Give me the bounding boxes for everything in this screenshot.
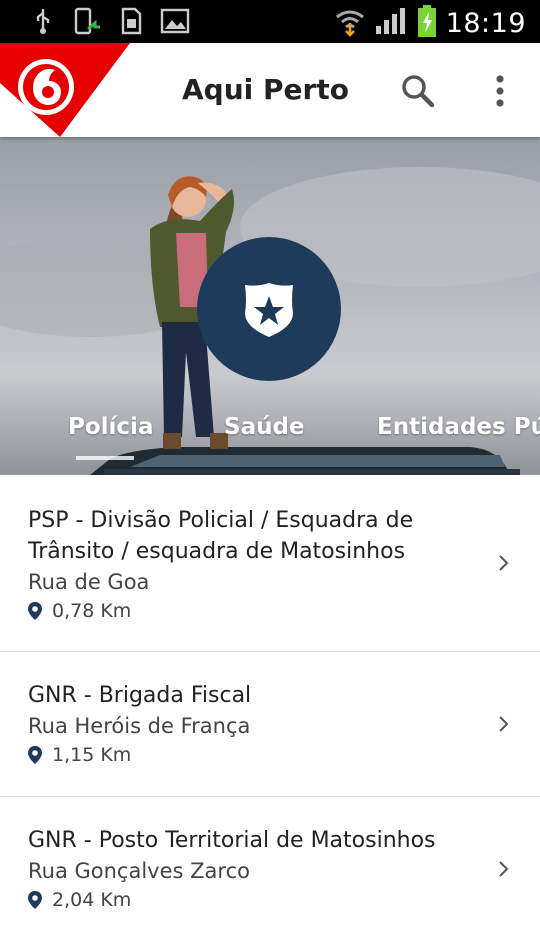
clock: 18:19: [445, 7, 526, 39]
item-name: PSP - Divisão Policial / Esquadra de: [28, 508, 414, 533]
location-pin-icon: [28, 746, 42, 764]
item-distance: 0,78 Km: [52, 600, 132, 622]
tab-selected-indicator: [76, 456, 134, 460]
list-item[interactable]: PSP - Divisão Policial / Esquadra de Trâ…: [0, 475, 540, 652]
tab-entidades-publicas[interactable]: Entidades Públ: [377, 414, 540, 440]
category-tabs: Polícia Saúde Entidades Públ: [0, 414, 540, 454]
item-address: Rua de Goa: [28, 570, 150, 594]
item-address: Rua Heróis de França: [28, 714, 251, 738]
overflow-menu-button[interactable]: [478, 69, 522, 113]
wifi-icon: [334, 5, 366, 41]
page-title: Aqui Perto: [182, 73, 349, 106]
location-pin-icon: [28, 891, 42, 909]
app-bar: Aqui Perto: [0, 43, 540, 137]
battery-charging-icon: [416, 4, 438, 42]
tab-saude[interactable]: Saúde: [224, 414, 305, 440]
item-name-cont: Trânsito / esquadra de Matosinhos: [28, 539, 406, 564]
brand-logo[interactable]: [0, 43, 130, 137]
chevron-right-icon: [499, 861, 509, 877]
usb-icon: [28, 6, 58, 36]
list-item[interactable]: GNR - Posto Territorial de Matosinhos Ru…: [0, 797, 540, 941]
search-icon: [402, 75, 435, 108]
item-name: GNR - Brigada Fiscal: [28, 683, 252, 708]
tab-policia[interactable]: Polícia: [68, 414, 153, 440]
sim-card-icon: [116, 6, 146, 36]
chevron-right-icon: [499, 555, 509, 571]
police-badge-icon: [245, 283, 293, 337]
chevron-right-icon: [499, 716, 509, 732]
item-address: Rua Gonçalves Zarco: [28, 859, 250, 883]
location-pin-icon: [28, 602, 42, 620]
item-name: GNR - Posto Territorial de Matosinhos: [28, 828, 436, 853]
item-distance: 1,15 Km: [52, 744, 132, 766]
item-distance: 2,04 Km: [52, 889, 132, 911]
police-category-badge: [197, 237, 341, 381]
list-item[interactable]: GNR - Brigada Fiscal Rua Heróis de Franç…: [0, 652, 540, 797]
signal-icon: [374, 6, 408, 40]
phone-transfer-icon: [72, 6, 102, 36]
category-header: Polícia Saúde Entidades Públ: [0, 137, 540, 475]
results-list: PSP - Divisão Policial / Esquadra de Trâ…: [0, 475, 540, 941]
search-button[interactable]: [396, 69, 440, 113]
image-icon: [160, 6, 190, 36]
status-bar: 18:19: [0, 0, 540, 43]
more-vert-icon: [496, 75, 504, 107]
